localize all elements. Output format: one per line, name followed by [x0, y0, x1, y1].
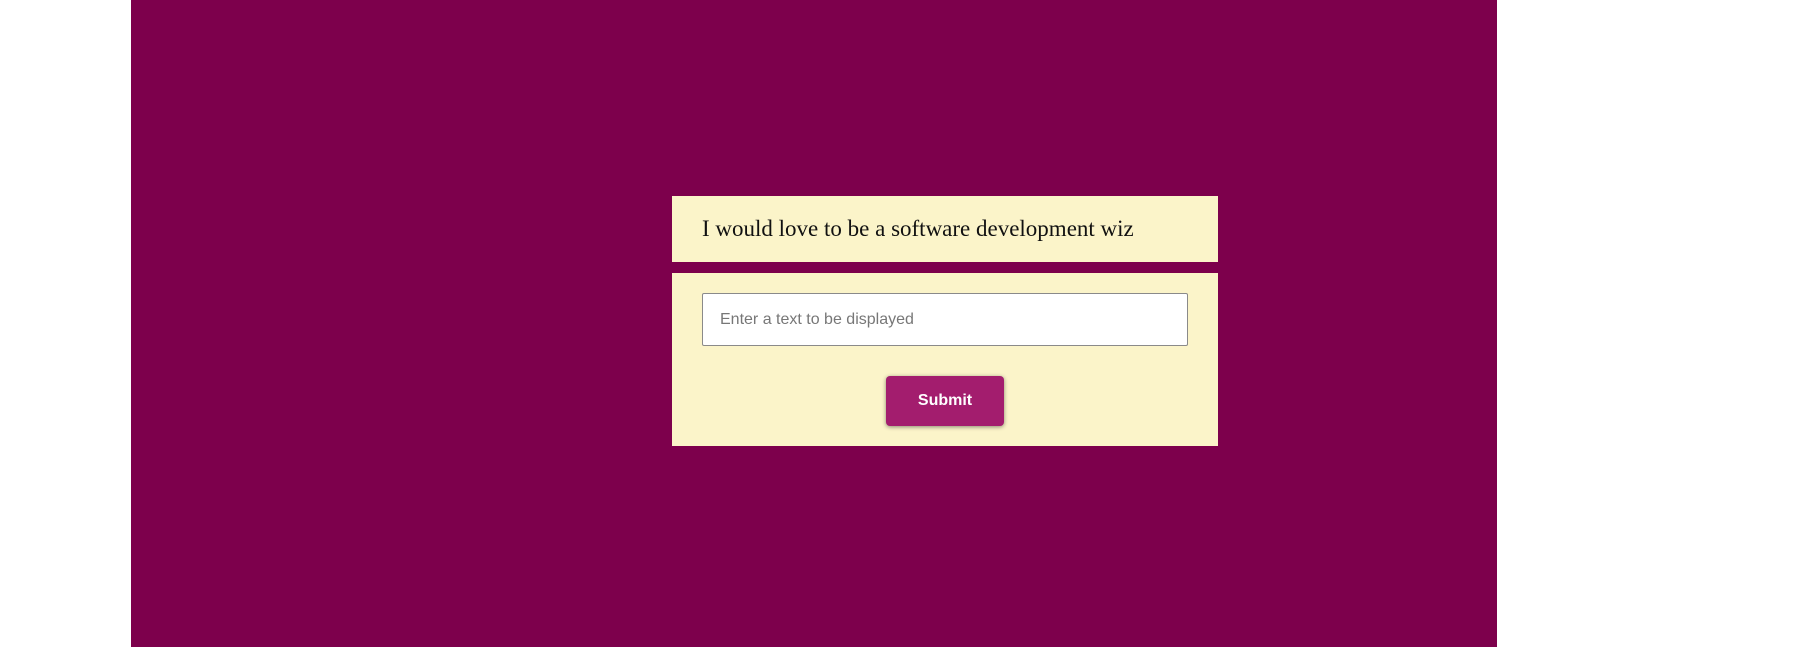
- displayed-text: I would love to be a software developmen…: [702, 216, 1134, 241]
- submit-button[interactable]: Submit: [886, 376, 1004, 426]
- display-card: I would love to be a software developmen…: [672, 196, 1218, 262]
- text-input[interactable]: [702, 293, 1188, 346]
- input-form: Submit: [672, 273, 1218, 446]
- page-background: I would love to be a software developmen…: [131, 0, 1497, 647]
